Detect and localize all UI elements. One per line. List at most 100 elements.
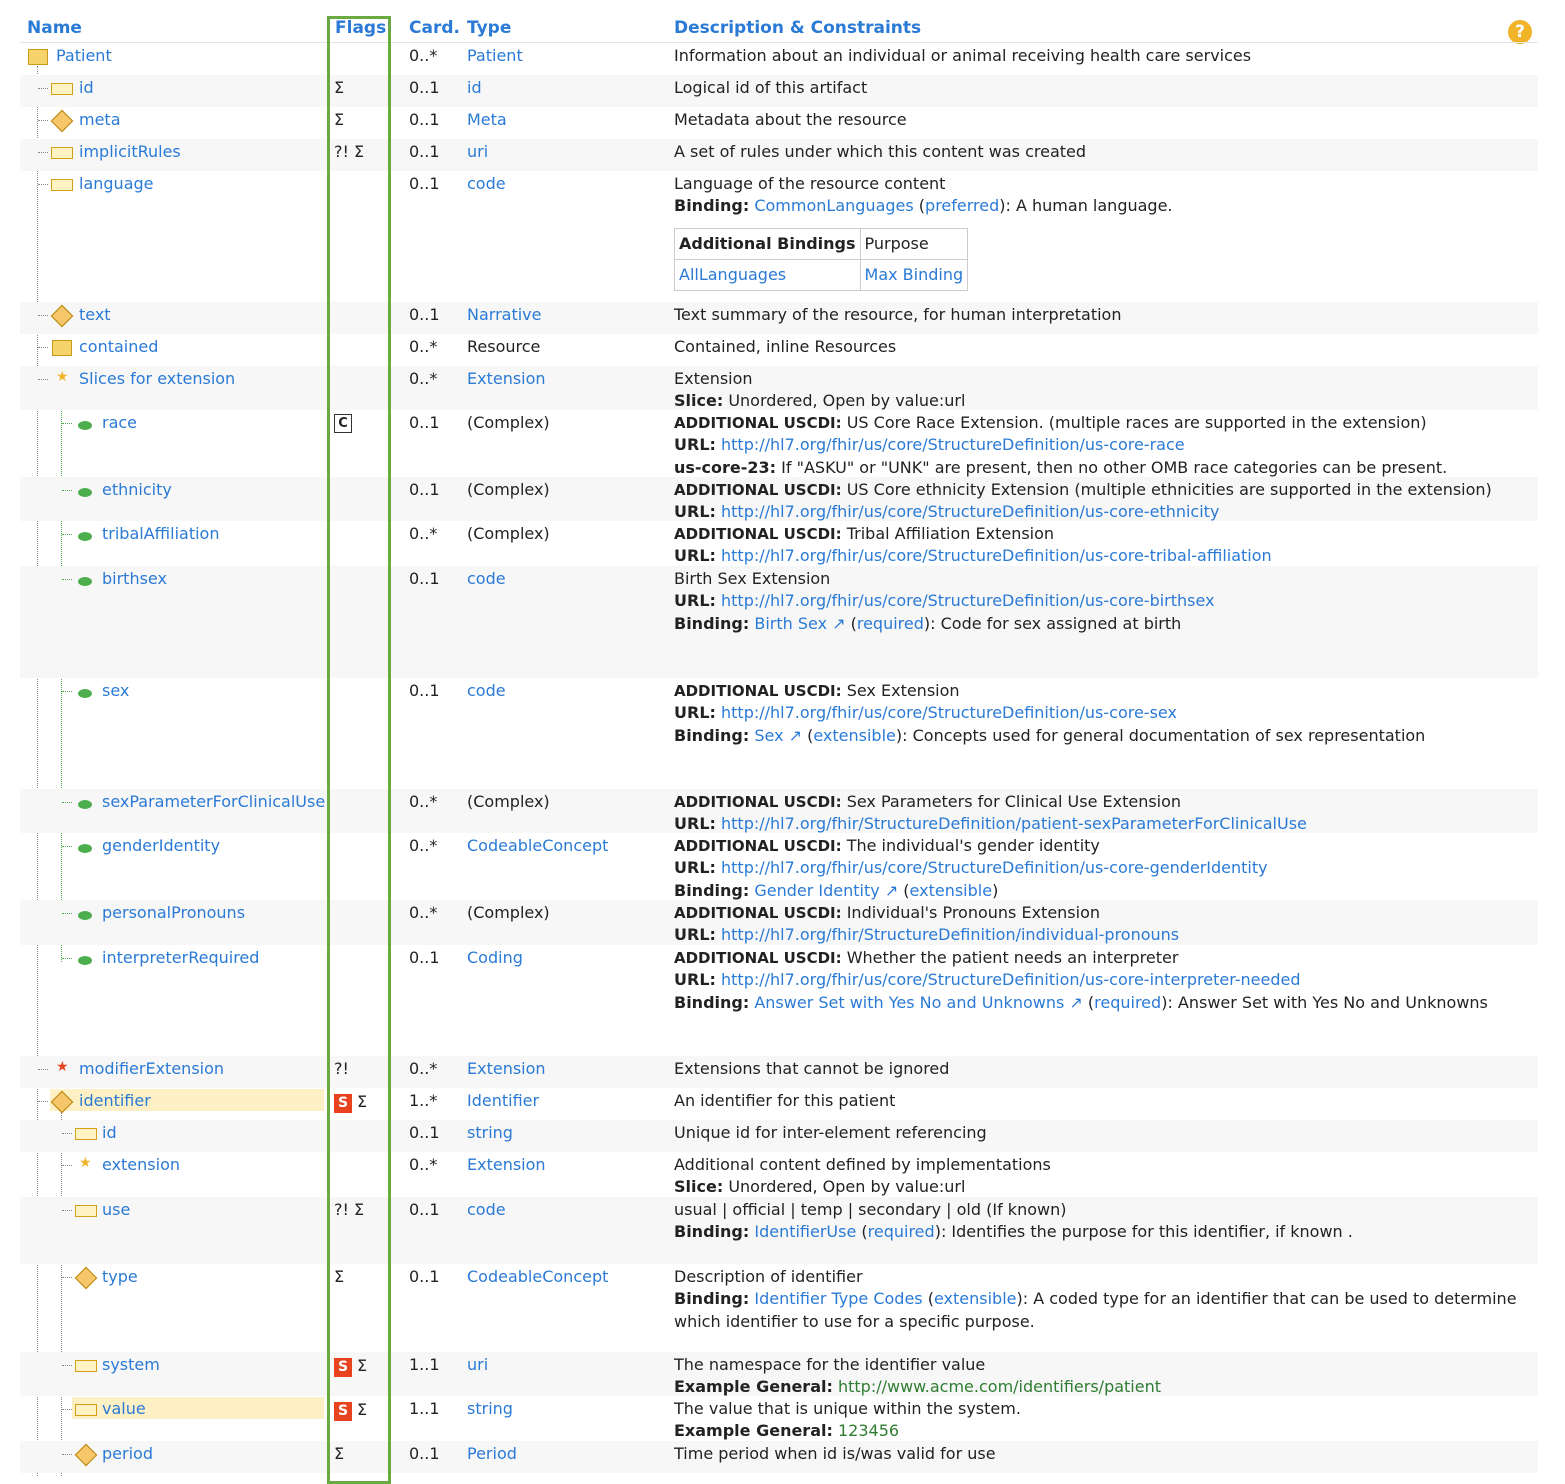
url-link[interactable]: http://hl7.org/fhir/us/core/StructureDef… (721, 435, 1185, 454)
element-name[interactable]: implicitRules (79, 141, 181, 163)
binding-strength-link[interactable]: extensible (813, 726, 896, 745)
datatype-icon (50, 1090, 74, 1114)
extension-icon (78, 956, 92, 965)
type-link[interactable]: Extension (467, 1059, 546, 1078)
cardinality: 0..1 (409, 681, 440, 700)
description: The value that is unique within the syst… (674, 1399, 1021, 1441)
element-name[interactable]: language (79, 173, 154, 195)
binding-link[interactable]: IdentifierUse (754, 1222, 856, 1241)
url-link[interactable]: http://hl7.org/fhir/us/core/StructureDef… (721, 591, 1215, 610)
element-name[interactable]: extension (102, 1154, 180, 1176)
type-link[interactable]: Narrative (467, 305, 541, 324)
element-name[interactable]: contained (79, 336, 158, 358)
cardinality: 0..* (409, 1155, 438, 1174)
type-link[interactable]: Extension (467, 1155, 546, 1174)
binding-strength-link[interactable]: extensible (910, 881, 993, 900)
type-link[interactable]: Patient (467, 46, 523, 65)
description: ADDITIONAL USCDI: Sex Parameters for Cli… (674, 792, 1307, 834)
binding-strength-link[interactable]: required (1094, 993, 1161, 1012)
table-row: ★ Slices for extension 0..* Extension Ex… (20, 366, 1538, 410)
element-name[interactable]: text (79, 304, 111, 326)
type: (Complex) (467, 480, 550, 499)
binding-strength-link[interactable]: extensible (934, 1289, 1017, 1308)
element-name[interactable]: sex (102, 680, 129, 702)
binding-link[interactable]: Answer Set with Yes No and Unknowns (754, 993, 1064, 1012)
type-link[interactable]: code (467, 1200, 506, 1219)
type-link[interactable]: Coding (467, 948, 523, 967)
description: Logical id of this artifact (674, 78, 868, 97)
description: ADDITIONAL USCDI: The individual's gende… (674, 836, 1268, 900)
binding-strength-link[interactable]: preferred (925, 196, 999, 215)
element-name[interactable]: value (102, 1398, 146, 1420)
flags-column-highlight (327, 16, 391, 1484)
cardinality: 0..1 (409, 569, 440, 588)
cardinality: 1..* (409, 1091, 438, 1110)
type-link[interactable]: Identifier (467, 1091, 539, 1110)
type-link[interactable]: Extension (467, 369, 546, 388)
description: Language of the resource content Binding… (674, 173, 1173, 291)
element-name[interactable]: use (102, 1199, 130, 1221)
type-link[interactable]: Period (467, 1444, 517, 1463)
type-link[interactable]: code (467, 174, 506, 193)
primitive-icon (51, 179, 73, 191)
binding-link[interactable]: Identifier Type Codes (754, 1289, 922, 1308)
type-link[interactable]: CodeableConcept (467, 836, 608, 855)
element-name[interactable]: tribalAffiliation (102, 523, 219, 545)
url-link[interactable]: http://hl7.org/fhir/us/core/StructureDef… (721, 970, 1301, 989)
binding-link[interactable]: Birth Sex (754, 614, 827, 633)
type-link[interactable]: string (467, 1399, 513, 1418)
binding-link[interactable]: AllLanguages (674, 258, 861, 291)
type-link[interactable]: code (467, 681, 506, 700)
type-link[interactable]: code (467, 569, 506, 588)
table-row: ★ extension 0..* Extension Additional co… (20, 1152, 1538, 1197)
element-name[interactable]: modifierExtension (79, 1058, 224, 1080)
element-name[interactable]: interpreterRequired (102, 947, 259, 969)
url-link[interactable]: http://hl7.org/fhir/us/core/StructureDef… (721, 858, 1268, 877)
binding-link[interactable]: Gender Identity (754, 881, 879, 900)
help-icon[interactable]: ? (1508, 20, 1532, 44)
url-link[interactable]: http://hl7.org/fhir/StructureDefinition/… (721, 925, 1179, 944)
binding-link[interactable]: CommonLanguages (754, 196, 913, 215)
description: ADDITIONAL USCDI: Tribal Affiliation Ext… (674, 524, 1272, 566)
type-link[interactable]: string (467, 1123, 513, 1142)
element-name[interactable]: type (102, 1266, 138, 1288)
element-name[interactable]: id (102, 1122, 117, 1144)
element-name[interactable]: sexParameterForClinicalUse (102, 791, 325, 813)
element-name[interactable]: period (102, 1443, 153, 1465)
extension-icon (78, 421, 92, 430)
type-link[interactable]: id (467, 78, 482, 97)
cardinality: 1..1 (409, 1355, 440, 1374)
url-link[interactable]: http://hl7.org/fhir/us/core/StructureDef… (721, 546, 1272, 565)
element-name[interactable]: genderIdentity (102, 835, 220, 857)
element-name[interactable]: race (102, 412, 137, 434)
cardinality: 0..* (409, 524, 438, 543)
type-link[interactable]: Meta (467, 110, 507, 129)
element-name[interactable]: ethnicity (102, 479, 172, 501)
type-link[interactable]: uri (467, 1355, 488, 1374)
element-name[interactable]: system (102, 1354, 160, 1376)
url-link[interactable]: http://hl7.org/fhir/us/core/StructureDef… (721, 502, 1219, 521)
binding-link[interactable]: Sex (754, 726, 783, 745)
url-link[interactable]: http://hl7.org/fhir/StructureDefinition/… (721, 814, 1307, 833)
table-row: text 0..1 Narrative Text summary of the … (20, 302, 1538, 334)
url-link[interactable]: http://hl7.org/fhir/us/core/StructureDef… (721, 703, 1177, 722)
cardinality: 0..1 (409, 1123, 440, 1142)
element-name[interactable]: personalPronouns (102, 902, 245, 924)
element-name[interactable]: birthsex (102, 568, 167, 590)
resource-icon (28, 49, 48, 65)
element-name[interactable]: Slices for extension (79, 368, 235, 390)
cardinality: 0..1 (409, 1444, 440, 1463)
cardinality: 0..1 (409, 480, 440, 499)
type-link[interactable]: uri (467, 142, 488, 161)
element-name[interactable]: id (79, 77, 94, 99)
binding-strength-link[interactable]: required (868, 1222, 935, 1241)
type-link[interactable]: CodeableConcept (467, 1267, 608, 1286)
extension-icon (78, 532, 92, 541)
purpose-link[interactable]: Max Binding (859, 258, 969, 291)
cardinality: 1..1 (409, 1399, 440, 1418)
element-name[interactable]: Patient (56, 45, 112, 67)
element-name[interactable]: identifier (79, 1090, 151, 1112)
primitive-icon (51, 147, 73, 159)
binding-strength-link[interactable]: required (857, 614, 924, 633)
element-name[interactable]: meta (79, 109, 121, 131)
